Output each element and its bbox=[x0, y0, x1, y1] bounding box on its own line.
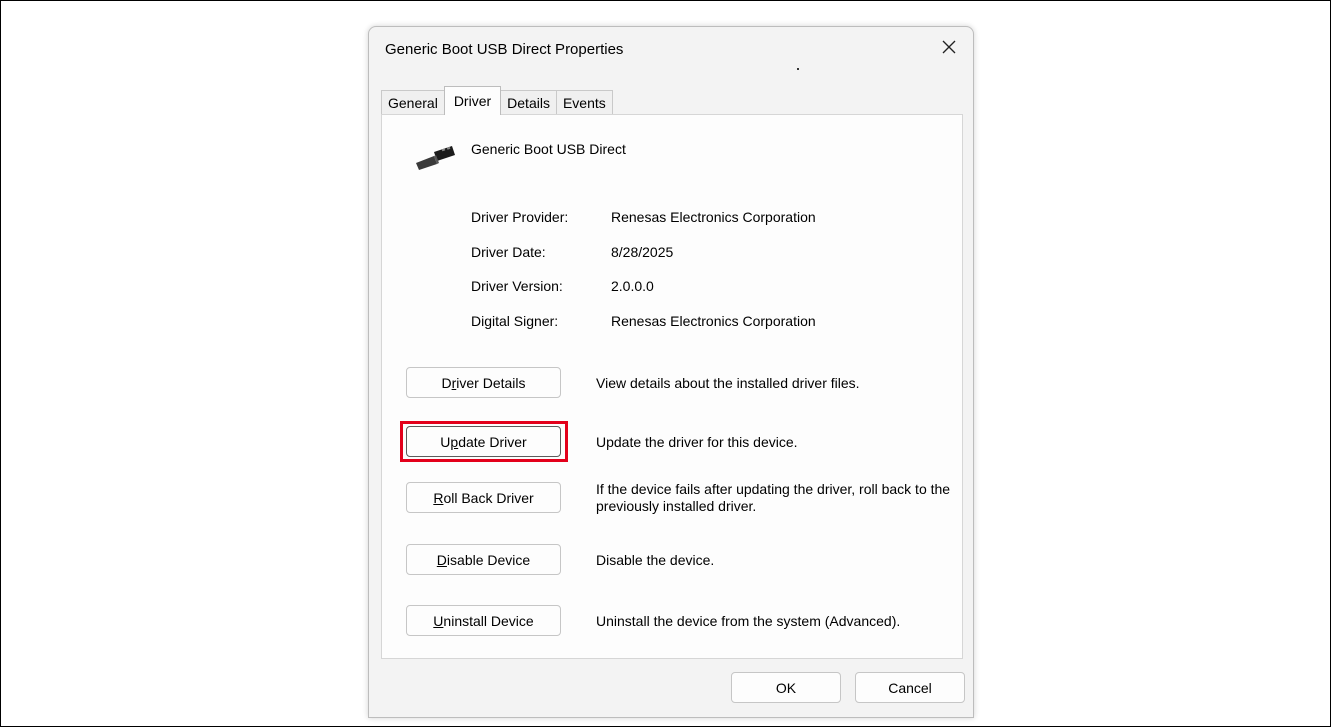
roll-back-driver-description: If the device fails after updating the d… bbox=[596, 481, 951, 514]
driver-provider-value: Renesas Electronics Corporation bbox=[611, 209, 816, 225]
digital-signer-label: Digital Signer: bbox=[471, 313, 559, 329]
close-button[interactable] bbox=[931, 33, 967, 61]
driver-version-label: Driver Version: bbox=[471, 278, 563, 294]
disable-device-label: Disable Device bbox=[436, 551, 531, 568]
uninstall-device-description: Uninstall the device from the system (Ad… bbox=[596, 613, 901, 629]
update-driver-description: Update the driver for this device. bbox=[596, 434, 798, 450]
ok-button[interactable]: OK bbox=[731, 672, 841, 703]
uninstall-device-button[interactable]: Uninstall Device bbox=[406, 605, 561, 636]
roll-back-driver-button[interactable]: Roll Back Driver bbox=[406, 482, 561, 513]
disable-device-button[interactable]: Disable Device bbox=[406, 544, 561, 575]
properties-dialog: Generic Boot USB Direct Properties Gener… bbox=[368, 26, 974, 718]
device-name: Generic Boot USB Direct bbox=[471, 141, 626, 157]
update-driver-label: Update Driver bbox=[440, 433, 527, 450]
tab-driver[interactable]: Driver bbox=[443, 86, 502, 115]
tab-strip: General Driver Details Events bbox=[381, 86, 613, 115]
tab-events[interactable]: Events bbox=[555, 90, 613, 115]
driver-details-label: Driver Details bbox=[441, 374, 526, 391]
driver-tab-panel: Generic Boot USB Direct Driver Provider:… bbox=[381, 114, 963, 659]
driver-details-button[interactable]: Driver Details bbox=[406, 367, 561, 398]
usb-connector-icon bbox=[416, 146, 455, 170]
cancel-button[interactable]: Cancel bbox=[855, 672, 965, 703]
driver-details-description: View details about the installed driver … bbox=[596, 375, 860, 391]
uninstall-device-label: Uninstall Device bbox=[433, 612, 534, 629]
driver-provider-label: Driver Provider: bbox=[471, 209, 569, 225]
digital-signer-value: Renesas Electronics Corporation bbox=[611, 313, 816, 329]
disable-device-description: Disable the device. bbox=[596, 552, 715, 568]
tab-details[interactable]: Details bbox=[500, 90, 557, 115]
update-driver-button[interactable]: Update Driver bbox=[406, 426, 561, 457]
driver-date-value: 8/28/2025 bbox=[611, 244, 674, 260]
window-title: Generic Boot USB Direct Properties bbox=[385, 41, 624, 58]
cursor-dot bbox=[797, 68, 799, 70]
tab-general[interactable]: General bbox=[381, 90, 445, 115]
driver-version-value: 2.0.0.0 bbox=[611, 278, 654, 294]
close-icon bbox=[942, 40, 956, 54]
roll-back-driver-label: Roll Back Driver bbox=[433, 489, 534, 506]
driver-date-label: Driver Date: bbox=[471, 244, 546, 260]
